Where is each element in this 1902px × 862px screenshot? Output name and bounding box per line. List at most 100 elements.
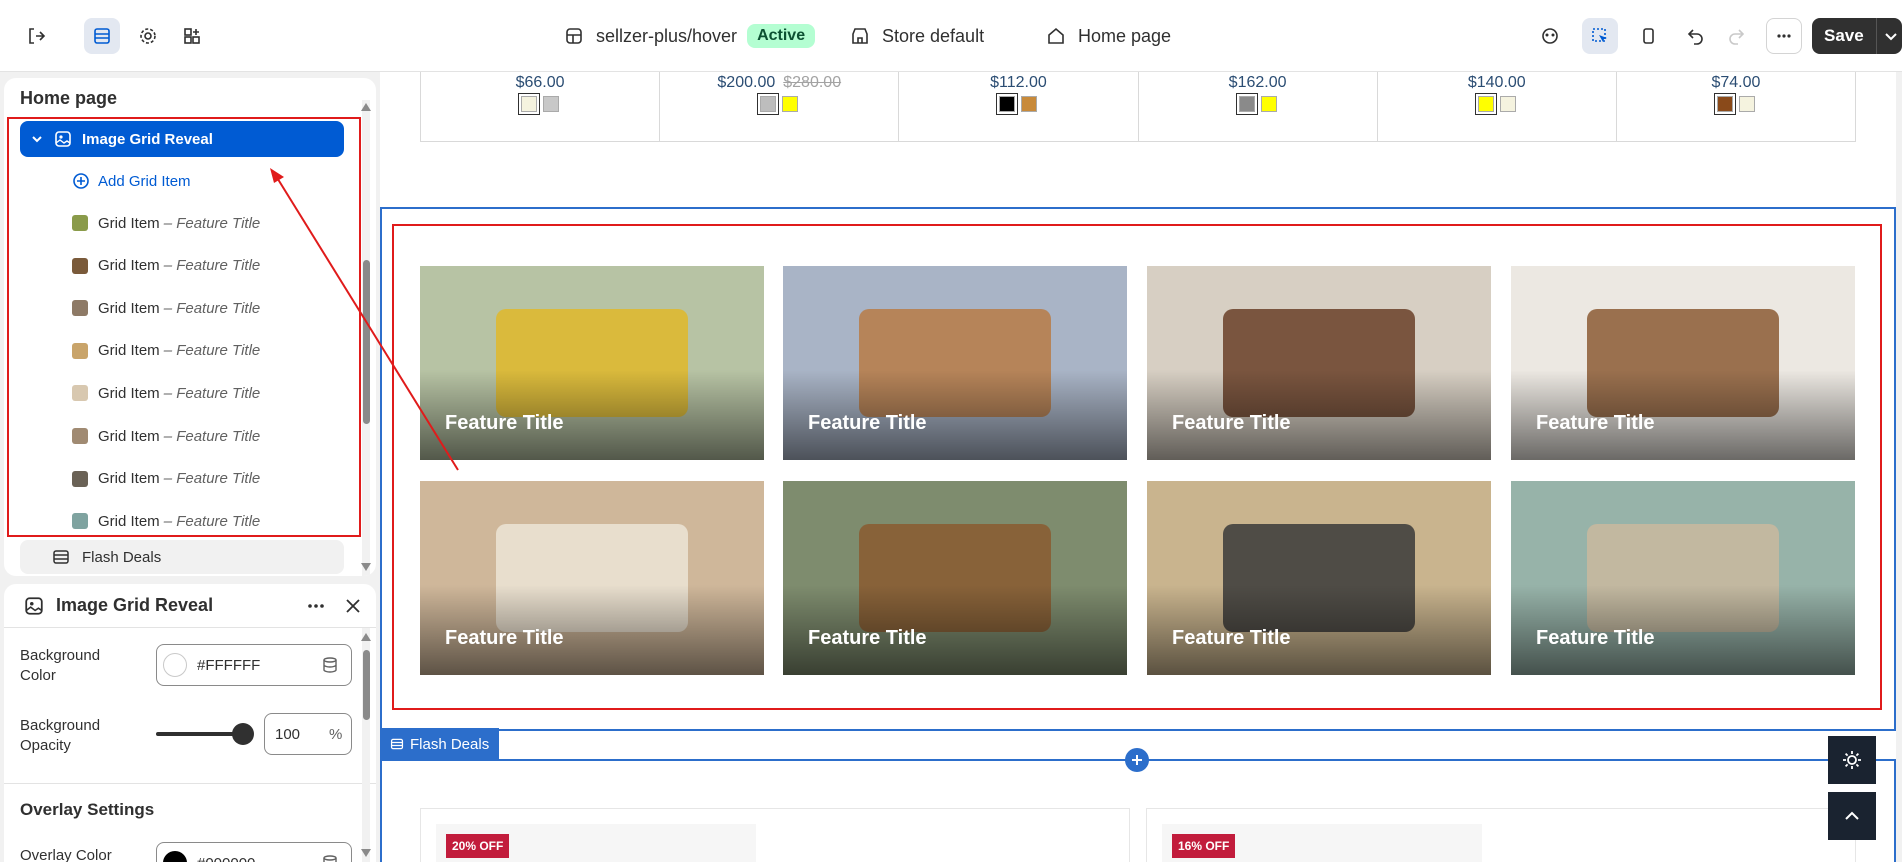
sections-button[interactable]: [84, 18, 120, 54]
tree-scroll-thumb[interactable]: [363, 260, 370, 424]
grid-card-title: Feature Title: [445, 627, 564, 649]
app-embeds-button[interactable]: [174, 18, 210, 54]
save-button[interactable]: Save: [1812, 18, 1902, 54]
section-tree-panel: Home page Image Grid Reveal Add Grid Ite…: [4, 78, 376, 576]
color-swatch[interactable]: [163, 851, 187, 862]
database-icon[interactable]: [321, 854, 339, 862]
bg-opacity-label: Background Opacity: [20, 716, 100, 756]
scroll-down-icon[interactable]: [360, 848, 372, 858]
preview-scrollbar[interactable]: [1896, 72, 1902, 862]
product-price: $200.00 $280.00: [717, 74, 841, 92]
database-icon[interactable]: [321, 656, 339, 674]
color-swatch[interactable]: [163, 653, 187, 677]
grid-card[interactable]: Feature Title: [783, 266, 1127, 460]
product-cell[interactable]: $162.00: [1139, 72, 1378, 141]
grid-card[interactable]: Feature Title: [1511, 266, 1855, 460]
theme-selector[interactable]: sellzer-plus/hover Active: [564, 0, 816, 72]
close-icon[interactable]: [344, 597, 362, 615]
scroll-up-icon[interactable]: [360, 632, 372, 642]
settings-header: Image Grid Reveal: [4, 584, 376, 628]
tree-item-flash-deals[interactable]: Flash Deals: [20, 540, 344, 574]
scroll-down-icon[interactable]: [360, 562, 372, 572]
product-cell[interactable]: $66.00: [421, 72, 661, 141]
theme-toggle-button[interactable]: [1828, 736, 1876, 784]
color-swatch[interactable]: [1021, 96, 1038, 112]
redo-icon: [1729, 29, 1745, 45]
grid-card-title: Feature Title: [1536, 627, 1655, 649]
exit-button[interactable]: [18, 18, 54, 54]
mobile-preview-button[interactable]: [1630, 18, 1666, 54]
add-section-button[interactable]: [1125, 748, 1149, 772]
status-badge: Active: [747, 24, 816, 48]
undo-icon: [1687, 29, 1703, 45]
store-selector[interactable]: Store default: [850, 0, 984, 72]
settings-title: Image Grid Reveal: [56, 595, 214, 615]
grid-card[interactable]: Feature Title: [783, 481, 1127, 675]
color-swatch[interactable]: [543, 96, 560, 112]
back-to-top-button[interactable]: [1828, 792, 1876, 840]
flash-deals-tag[interactable]: Flash Deals: [380, 728, 500, 760]
divider: [4, 783, 376, 784]
select-cursor-icon: [1592, 28, 1607, 42]
product-price: $74.00: [1711, 74, 1760, 92]
undo-button[interactable]: [1678, 18, 1714, 54]
editor-topbar: sellzer-plus/hover Active Store default …: [0, 0, 1902, 72]
label-line: Background: [20, 717, 101, 734]
inspector-button[interactable]: [1582, 18, 1618, 54]
grid-card[interactable]: Feature Title: [1147, 266, 1491, 460]
overlay-color-field[interactable]: #000000: [156, 842, 352, 862]
grid-card[interactable]: Feature Title: [1511, 481, 1855, 675]
chevron-down-icon[interactable]: [1882, 27, 1900, 45]
settings-panel: Image Grid Reveal Background Color #FFFF…: [4, 584, 376, 862]
plus-icon: [1132, 755, 1142, 765]
color-swatch[interactable]: [1713, 93, 1736, 115]
flash-deals-tag-label: Flash Deals: [410, 735, 490, 753]
panel-title: Home page: [20, 88, 118, 108]
theme-settings-button[interactable]: [130, 18, 166, 54]
overlay-color-value: #000000: [197, 855, 255, 862]
product-price: $112.00: [990, 74, 1047, 92]
settings-scroll-thumb[interactable]: [363, 650, 370, 720]
exit-icon: [29, 28, 46, 44]
grid-card[interactable]: Feature Title: [420, 481, 764, 675]
chevron-up-icon: [1845, 811, 1859, 820]
page-selector[interactable]: Home page: [1046, 0, 1171, 72]
layout-icon: [566, 28, 582, 44]
product-cell[interactable]: $74.00: [1617, 72, 1855, 141]
grid-card-title: Feature Title: [1172, 412, 1291, 434]
bg-color-field[interactable]: #FFFFFF: [156, 644, 352, 686]
color-swatch[interactable]: [1474, 93, 1497, 115]
discount-badge: 20% OFF: [446, 834, 510, 858]
grid-card[interactable]: Feature Title: [420, 266, 764, 460]
product-cell[interactable]: $140.00: [1378, 72, 1617, 141]
page-label: Home page: [1078, 25, 1172, 46]
color-swatch[interactable]: [757, 93, 780, 115]
color-swatch[interactable]: [1738, 96, 1755, 112]
opacity-slider-track[interactable]: [156, 732, 244, 736]
grid-card-title: Feature Title: [1536, 412, 1655, 434]
theme-name: sellzer-plus/hover: [596, 25, 738, 46]
product-cell[interactable]: $200.00 $280.00: [660, 72, 900, 141]
color-swatch[interactable]: [1260, 96, 1277, 112]
customer-privacy-button[interactable]: [1532, 18, 1568, 54]
color-swatch[interactable]: [1499, 96, 1516, 112]
color-swatch[interactable]: [518, 93, 541, 115]
color-swatch[interactable]: [996, 93, 1019, 115]
more-actions-button[interactable]: [1766, 18, 1802, 54]
swatch-row: [996, 93, 1038, 115]
scroll-up-icon[interactable]: [360, 102, 372, 112]
swatch-row: [757, 93, 799, 115]
color-swatch[interactable]: [782, 96, 799, 112]
redo-button[interactable]: [1718, 18, 1754, 54]
product-price: $140.00: [1468, 74, 1526, 92]
grid-card[interactable]: Feature Title: [1147, 481, 1491, 675]
label-line: Background: [20, 647, 101, 664]
product-cell[interactable]: $112.00: [899, 72, 1139, 141]
product-price: $66.00: [516, 74, 565, 92]
opacity-input[interactable]: 100 %: [264, 713, 352, 755]
sections-icon: [53, 550, 69, 564]
color-swatch[interactable]: [1235, 93, 1258, 115]
opacity-slider-thumb[interactable]: [232, 723, 254, 745]
ellipsis-icon[interactable]: [306, 596, 326, 616]
tree-item-label: Flash Deals: [82, 548, 162, 566]
